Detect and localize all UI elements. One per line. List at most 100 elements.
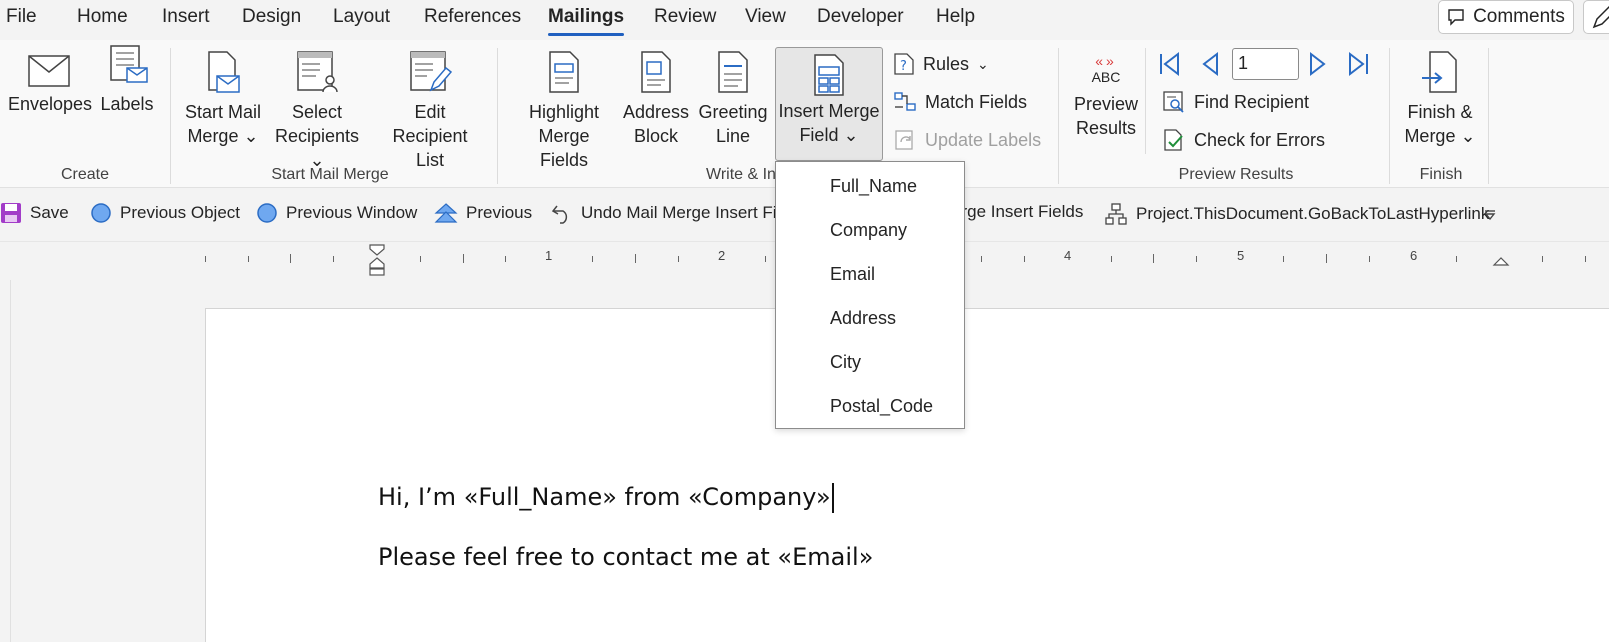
- tab-layout[interactable]: Layout: [333, 6, 390, 28]
- previous-object-icon: [91, 203, 111, 223]
- edit-list-label-2: Recipient List: [392, 126, 468, 170]
- merge-field-address[interactable]: Address: [830, 308, 896, 329]
- tab-references[interactable]: References: [424, 6, 521, 28]
- comments-button[interactable]: Comments: [1438, 0, 1574, 34]
- merge-field-full-name[interactable]: Full_Name: [830, 176, 917, 197]
- update-labels-button[interactable]: Update Labels: [893, 128, 1041, 152]
- highlight-label-2: Merge Fields: [538, 126, 590, 170]
- comment-icon: [1448, 9, 1464, 26]
- greeting-line-button[interactable]: Greeting Line: [698, 51, 768, 148]
- ruler-tick: [463, 254, 464, 263]
- document-line-1[interactable]: Hi, I’m «Full_Name» from «Company»: [378, 483, 834, 513]
- merge-field-postal-code[interactable]: Postal_Code: [830, 396, 933, 417]
- check-errors-label: Check for Errors: [1194, 129, 1326, 150]
- right-indent-marker-icon[interactable]: [1492, 256, 1510, 266]
- select-recipients-icon: [297, 51, 338, 93]
- qat-previous-object[interactable]: Previous Object: [90, 202, 240, 224]
- greeting-line-icon: [718, 51, 748, 93]
- tab-mailings[interactable]: Mailings: [548, 6, 625, 36]
- tab-review[interactable]: Review: [654, 6, 716, 28]
- qat-previous-window[interactable]: Previous Window: [256, 202, 417, 224]
- ruler-number: 6: [1410, 248, 1418, 263]
- insert-merge-field-icon: [814, 54, 844, 96]
- find-recipient-icon: [1163, 91, 1184, 113]
- ruler-number: 5: [1237, 248, 1245, 263]
- insert-merge-label-1: Insert Merge: [778, 101, 880, 121]
- previous-label: Previous: [466, 203, 533, 222]
- qat-go-back-hyperlink[interactable]: Project.ThisDocument.GoBackToLastHyperli…: [1104, 202, 1489, 226]
- labels-label: Labels: [100, 94, 154, 114]
- ruler-tick: [505, 256, 506, 262]
- separator: [1145, 48, 1146, 154]
- ruler-number: 2: [718, 248, 726, 263]
- highlight-merge-fields-button[interactable]: Highlight Merge Fields: [512, 51, 616, 172]
- finish-label-1: Finish &: [1407, 102, 1473, 122]
- rules-button[interactable]: ? Rules ⌄: [893, 52, 989, 76]
- greeting-label-1: Greeting: [698, 102, 768, 122]
- preview-results-button[interactable]: «» ABC Preview Results: [1070, 54, 1142, 140]
- merge-field-email[interactable]: Email: [830, 264, 875, 285]
- ruler-tick: [290, 254, 291, 263]
- finish-merge-button[interactable]: Finish & Merge ⌄: [1400, 51, 1480, 148]
- group-label-write-insert: Write & In: [706, 166, 776, 183]
- address-block-icon: [641, 51, 671, 93]
- ruler-tick: [1111, 256, 1112, 262]
- find-recipient-button[interactable]: Find Recipient: [1162, 90, 1309, 114]
- tab-file[interactable]: File: [6, 6, 37, 28]
- match-fields-button[interactable]: Match Fields: [893, 90, 1027, 114]
- labels-icon: [110, 45, 148, 83]
- previous-record-icon[interactable]: [1196, 50, 1224, 78]
- editing-button[interactable]: [1583, 0, 1609, 34]
- merge-field-company[interactable]: Company: [830, 220, 907, 241]
- pencil-icon: [1592, 5, 1609, 29]
- finish-label-2: Merge ⌄: [1404, 126, 1476, 146]
- ruler-tick: [1542, 256, 1543, 262]
- select-recipients-button[interactable]: Select Recipients ⌄: [268, 51, 366, 172]
- qat-previous[interactable]: Previous: [434, 202, 532, 224]
- insert-merge-field-button[interactable]: Insert Merge Field ⌄: [775, 47, 883, 161]
- update-labels-label: Update Labels: [925, 129, 1042, 150]
- ruler-number: 1: [545, 248, 553, 263]
- start-merge-icon: [208, 51, 240, 93]
- tab-home[interactable]: Home: [77, 6, 128, 28]
- ruler-tick: [765, 256, 766, 262]
- qat-merge-insert-fields[interactable]: erge Insert Fields: [952, 202, 1083, 222]
- preview-label-1: Preview: [1073, 94, 1139, 114]
- record-number-input[interactable]: 1: [1232, 48, 1299, 80]
- group-label-start-mail-merge: Start Mail Merge: [271, 166, 389, 183]
- ruler-tick: [1369, 256, 1370, 262]
- address-block-button[interactable]: Address Block: [622, 51, 690, 148]
- ruler-tick: [1326, 254, 1327, 263]
- envelopes-label: Envelopes: [8, 94, 93, 114]
- group-label-preview-results: Preview Results: [1178, 166, 1294, 183]
- merge-field-city[interactable]: City: [830, 352, 861, 373]
- envelopes-button[interactable]: Envelopes: [8, 54, 93, 116]
- tab-help[interactable]: Help: [936, 6, 975, 28]
- previous-window-label: Previous Window: [286, 203, 418, 222]
- next-record-icon[interactable]: [1304, 50, 1332, 78]
- ruler-tick: [981, 256, 982, 262]
- document-line-2[interactable]: Please feel free to contact me at «Email…: [378, 543, 873, 571]
- customize-toolbar-icon[interactable]: [1483, 208, 1497, 222]
- first-record-icon[interactable]: [1156, 50, 1184, 78]
- indent-marker-icon[interactable]: [368, 243, 386, 277]
- highlight-fields-icon: [549, 51, 579, 93]
- text-caret: [831, 483, 834, 513]
- labels-button[interactable]: Labels: [98, 45, 156, 116]
- tab-view[interactable]: View: [745, 6, 786, 28]
- tab-design[interactable]: Design: [242, 6, 301, 28]
- last-record-icon[interactable]: [1344, 50, 1372, 78]
- address-label-2: Block: [633, 126, 678, 146]
- edit-list-label-1: Edit: [414, 102, 446, 122]
- start-mail-merge-button[interactable]: Start Mail Merge ⌄: [182, 51, 264, 148]
- go-back-hyperlink-label: Project.ThisDocument.GoBackToLastHyperli…: [1136, 204, 1490, 223]
- greeting-label-2: Line: [715, 126, 751, 146]
- check-errors-button[interactable]: Check for Errors: [1162, 128, 1325, 152]
- qat-undo-merge[interactable]: Undo Mail Merge Insert Fiel: [551, 202, 790, 224]
- finish-merge-icon: [1422, 51, 1457, 93]
- qat-save[interactable]: Save: [0, 202, 69, 224]
- tab-insert[interactable]: Insert: [162, 6, 210, 28]
- edit-recipient-list-button[interactable]: Edit Recipient List: [376, 51, 484, 172]
- tab-developer[interactable]: Developer: [817, 6, 904, 28]
- insert-merge-field-dropdown: Full_Name Company Email Address City Pos…: [775, 161, 965, 429]
